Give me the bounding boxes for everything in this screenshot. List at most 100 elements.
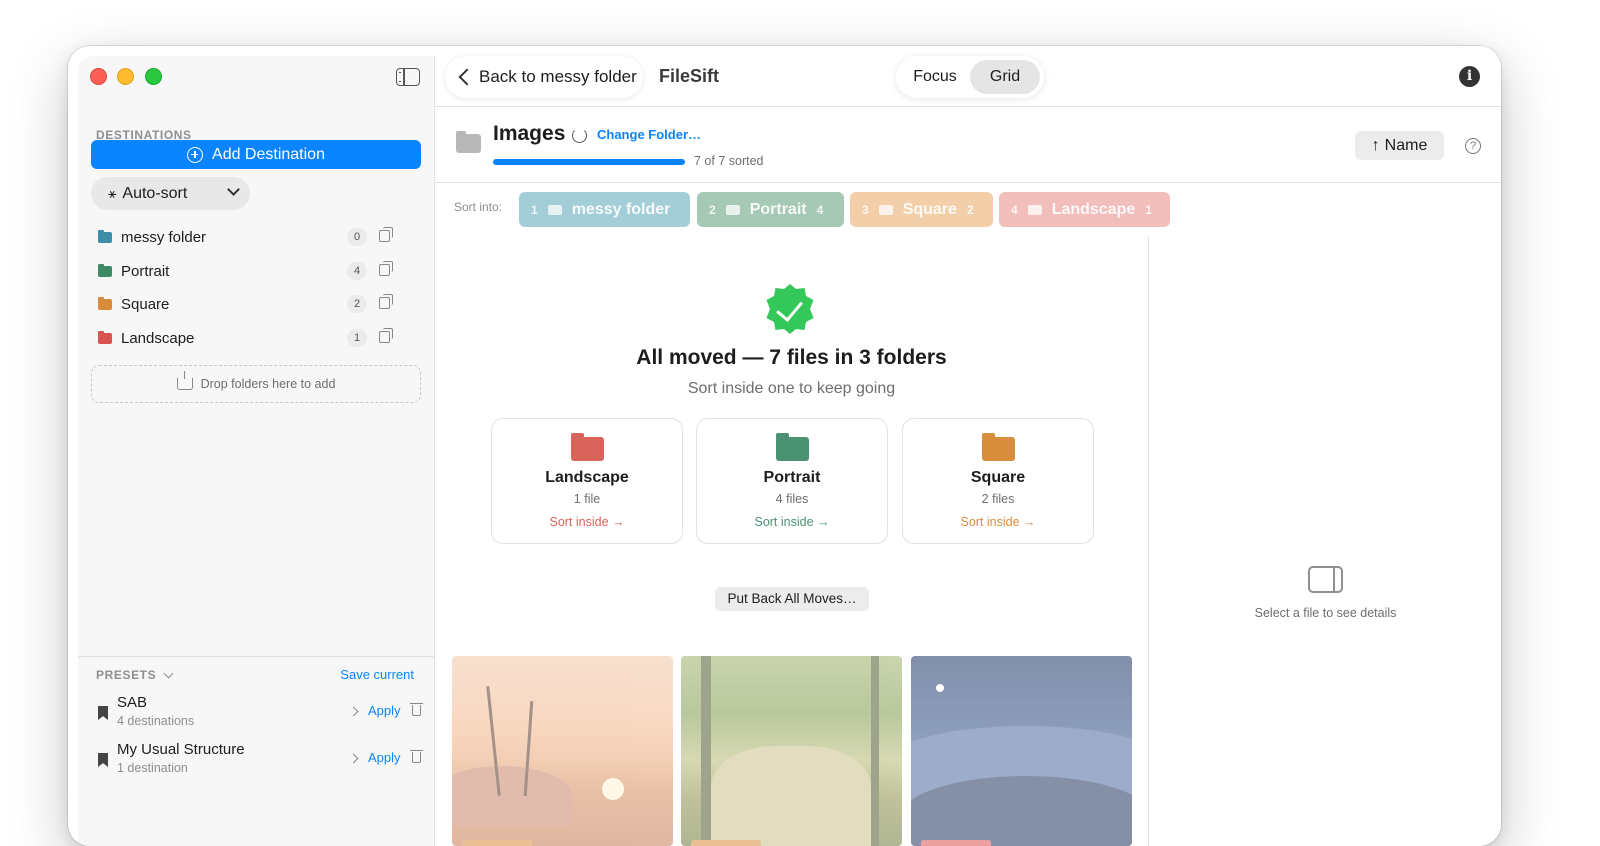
save-current-preset-link[interactable]: Save current — [340, 667, 414, 682]
grid-mode-tab[interactable]: Grid — [970, 60, 1040, 94]
view-mode-segmented-control: Focus Grid — [896, 56, 1044, 98]
app-window: DESTINATIONS Add Destination ⚹ Auto-sort… — [68, 46, 1501, 846]
drop-zone-label: Drop folders here to add — [200, 377, 336, 391]
moon-shape — [936, 684, 944, 692]
sort-chip-portrait[interactable]: 2 Portrait 4 — [697, 192, 844, 227]
auto-sort-button[interactable]: ⚹ Auto-sort — [91, 177, 250, 210]
apply-preset-button[interactable]: Apply — [368, 703, 401, 718]
add-destination-label: Add Destination — [212, 145, 325, 163]
close-window-button[interactable] — [90, 68, 107, 85]
grid-content: All moved — 7 files in 3 folders Sort in… — [435, 236, 1148, 846]
sort-progress-bar — [493, 159, 685, 165]
chevron-down-icon[interactable] — [227, 183, 240, 196]
destination-name: messy folder — [121, 228, 207, 246]
chip-shortcut-number: 2 — [709, 202, 716, 217]
chip-name: Landscape — [1051, 200, 1136, 218]
progress-text: 7 of 7 sorted — [694, 154, 764, 168]
details-pane: Select a file to see details — [1148, 236, 1501, 846]
checkmark-seal-icon — [766, 284, 814, 334]
sort-chip-landscape[interactable]: 4 Landscape 1 — [999, 192, 1170, 227]
sidebar: DESTINATIONS Add Destination ⚹ Auto-sort… — [78, 56, 435, 846]
folder-card-portrait[interactable]: Portrait 4 files Sort inside → — [696, 418, 888, 544]
tree-trunk — [701, 656, 711, 846]
app-title: FileSift — [659, 66, 720, 86]
folder-icon — [456, 131, 481, 153]
copy-icon[interactable] — [379, 328, 393, 343]
focus-mode-tab[interactable]: Focus — [900, 60, 970, 94]
copy-icon[interactable] — [379, 294, 393, 309]
change-folder-link[interactable]: Change Folder… — [597, 127, 701, 142]
folder-tag — [921, 840, 991, 846]
destination-name: Landscape — [121, 329, 195, 347]
sort-inside-link[interactable]: Sort inside → — [492, 515, 682, 529]
folder-icon — [878, 204, 893, 215]
card-folder-name: Landscape — [545, 469, 629, 486]
sort-inside-link[interactable]: Sort inside → — [903, 515, 1093, 529]
preset-item[interactable]: My Usual Structure 1 destination Apply — [96, 741, 426, 781]
chip-shortcut-number: 4 — [1011, 202, 1018, 217]
chevron-right-icon[interactable] — [348, 706, 359, 717]
tray-download-icon — [176, 371, 193, 390]
folder-icon — [1027, 204, 1042, 215]
image-thumbnail[interactable] — [911, 656, 1132, 846]
folder-header: Images Change Folder… 7 of 7 sorted ↑ Na… — [435, 107, 1501, 183]
refresh-icon[interactable] — [572, 128, 587, 143]
chip-count: 2 — [966, 202, 974, 217]
image-thumbnail[interactable] — [452, 656, 673, 846]
trash-icon[interactable] — [410, 750, 423, 763]
chevron-down-icon — [163, 668, 174, 678]
folder-icon — [98, 330, 112, 344]
presets-label: PRESETS — [96, 668, 157, 682]
zoom-window-button[interactable] — [145, 68, 162, 85]
bookmark-icon — [98, 706, 108, 720]
sort-label: Name — [1384, 136, 1428, 154]
chevron-right-icon[interactable] — [348, 753, 359, 764]
put-back-all-moves-button[interactable]: Put Back All Moves… — [715, 587, 869, 611]
back-button[interactable]: Back to messy folder — [445, 56, 643, 98]
minimize-window-button[interactable] — [117, 68, 134, 85]
folder-icon — [982, 433, 1015, 461]
presets-header[interactable]: PRESETS — [96, 668, 174, 682]
divider — [78, 656, 435, 657]
main-pane: Back to messy folder FileSift Focus Grid… — [435, 46, 1501, 846]
path-shape — [711, 746, 871, 846]
completion-subtitle: Sort inside one to keep going — [687, 380, 896, 397]
folder-icon — [725, 204, 740, 215]
chip-shortcut-number: 3 — [862, 202, 869, 217]
copy-icon[interactable] — [379, 227, 393, 242]
folder-icon — [98, 263, 112, 277]
completion-title: All moved — 7 files in 3 folders — [636, 346, 947, 369]
chip-shortcut-number: 1 — [531, 202, 538, 217]
sort-chip-messy-folder[interactable]: 1 messy folder — [519, 192, 690, 227]
destination-item-portrait[interactable]: Portrait 4 — [98, 257, 398, 285]
preset-name: SAB — [117, 694, 148, 711]
auto-sort-label: Auto-sort — [122, 184, 188, 202]
folder-icon — [571, 433, 604, 461]
info-icon[interactable]: i — [1459, 66, 1480, 87]
sort-by-name-button[interactable]: ↑ Name — [1355, 131, 1444, 160]
sidebar-toggle-icon[interactable] — [396, 68, 420, 86]
card-folder-name: Portrait — [763, 469, 821, 486]
help-icon[interactable]: ? — [1465, 138, 1481, 154]
arrow-up-icon: ↑ — [1371, 136, 1380, 154]
destination-item-landscape[interactable]: Landscape 1 — [98, 324, 398, 352]
folder-icon — [98, 296, 112, 310]
folder-drop-zone[interactable]: Drop folders here to add — [91, 365, 421, 403]
copy-icon[interactable] — [379, 261, 393, 276]
sort-chip-square[interactable]: 3 Square 2 — [850, 192, 993, 227]
sort-into-label: Sort into: — [454, 200, 503, 214]
add-destination-button[interactable]: Add Destination — [91, 140, 421, 169]
bookmark-icon — [98, 753, 108, 767]
folder-card-square[interactable]: Square 2 files Sort inside → — [902, 418, 1094, 544]
destination-item-square[interactable]: Square 2 — [98, 290, 398, 318]
folder-card-landscape[interactable]: Landscape 1 file Sort inside → — [491, 418, 683, 544]
chip-count: 4 — [816, 202, 824, 217]
image-thumbnail[interactable] — [681, 656, 902, 846]
apply-preset-button[interactable]: Apply — [368, 750, 401, 765]
trash-icon[interactable] — [410, 703, 423, 716]
sun-shape — [602, 778, 624, 800]
preset-item[interactable]: SAB 4 destinations Apply — [96, 694, 426, 734]
destination-count-badge: 1 — [347, 329, 367, 347]
destination-item-messy-folder[interactable]: messy folder 0 — [98, 223, 398, 251]
sort-inside-link[interactable]: Sort inside → — [697, 515, 887, 529]
